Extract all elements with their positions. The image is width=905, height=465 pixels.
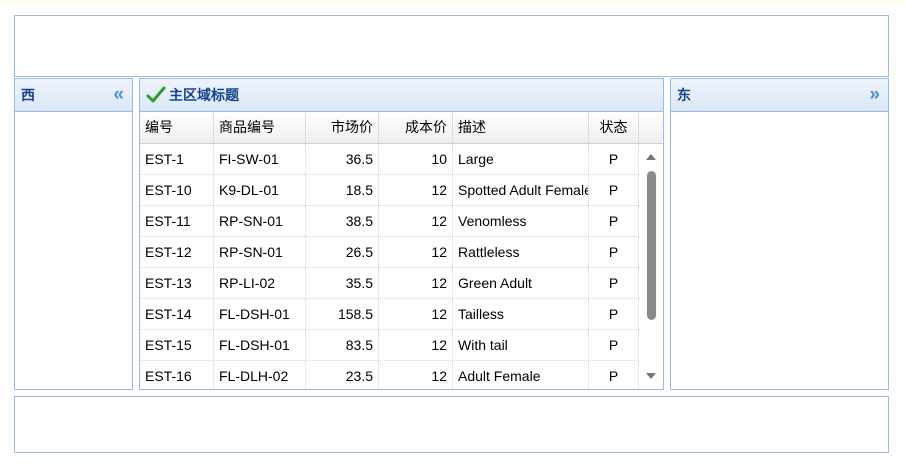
cell-list-price: 23.5 (306, 361, 379, 389)
cell-status: P (589, 330, 639, 360)
cell-description: Adult Female (453, 361, 589, 389)
scrollbar-thumb[interactable] (647, 171, 656, 320)
cell-status: P (589, 299, 639, 329)
cell-list-price: 158.5 (306, 299, 379, 329)
product-grid: 编号 商品编号 市场价 成本价 描述 状态 EST-1 FI-SW-01 36.5 1… (140, 112, 663, 389)
scroll-down-arrow-icon[interactable] (646, 373, 656, 379)
cell-status: P (589, 175, 639, 205)
cell-id: EST-15 (140, 330, 214, 360)
east-panel-header: 东 » (671, 79, 888, 112)
cell-unit-cost: 12 (379, 361, 453, 389)
cell-product-id: RP-SN-01 (214, 206, 306, 236)
table-row[interactable]: EST-16 FL-DLH-02 23.5 12 Adult Female P (140, 361, 639, 389)
table-row[interactable]: EST-10 K9-DL-01 18.5 12 Spotted Adult Female… (140, 175, 639, 206)
cell-list-price: 36.5 (306, 144, 379, 174)
west-panel: 西 « (14, 78, 133, 390)
cell-id: EST-10 (140, 175, 214, 205)
grid-body: EST-1 FI-SW-01 36.5 10 Large P EST-10 K9-DL-01 1… (140, 144, 639, 389)
cell-unit-cost: 12 (379, 206, 453, 236)
column-header-product-id[interactable]: 商品编号 (214, 112, 306, 143)
cell-product-id: FL-DSH-01 (214, 299, 306, 329)
cell-unit-cost: 12 (379, 268, 453, 298)
cell-status: P (589, 144, 639, 174)
top-strip (0, 0, 905, 4)
column-header-list-price[interactable]: 市场价 (306, 112, 379, 143)
cell-id: EST-14 (140, 299, 214, 329)
center-panel-header: 主区域标题 (140, 79, 663, 112)
cell-id: EST-11 (140, 206, 214, 236)
east-panel-title: 东 (677, 87, 691, 103)
cell-status: P (589, 237, 639, 267)
center-panel: 主区域标题 编号 商品编号 市场价 成本价 描述 状态 EST-1 FI-SW-0… (139, 78, 664, 390)
cell-description: With tail (453, 330, 589, 360)
cell-product-id: RP-LI-02 (214, 268, 306, 298)
cell-id: EST-16 (140, 361, 214, 389)
double-chevron-right-icon[interactable]: » (869, 85, 880, 104)
column-header-unit-cost[interactable]: 成本价 (379, 112, 453, 143)
cell-list-price: 83.5 (306, 330, 379, 360)
grid-header-row: 编号 商品编号 市场价 成本价 描述 状态 (140, 112, 663, 144)
south-region (14, 396, 889, 453)
table-row[interactable]: EST-14 FL-DSH-01 158.5 12 Tailless P (140, 299, 639, 330)
center-panel-title: 主区域标题 (169, 87, 239, 103)
column-header-description[interactable]: 描述 (453, 112, 589, 143)
cell-status: P (589, 206, 639, 236)
cell-unit-cost: 12 (379, 299, 453, 329)
table-row[interactable]: EST-12 RP-SN-01 26.5 12 Rattleless P (140, 237, 639, 268)
column-header-status[interactable]: 状态 (589, 112, 639, 143)
west-panel-title: 西 (21, 87, 35, 103)
table-row[interactable]: EST-11 RP-SN-01 38.5 12 Venomless P (140, 206, 639, 237)
cell-list-price: 35.5 (306, 268, 379, 298)
double-chevron-left-icon[interactable]: « (113, 85, 124, 104)
table-row[interactable]: EST-15 FL-DSH-01 83.5 12 With tail P (140, 330, 639, 361)
cell-unit-cost: 12 (379, 330, 453, 360)
cell-product-id: RP-SN-01 (214, 237, 306, 267)
table-row[interactable]: EST-13 RP-LI-02 35.5 12 Green Adult P (140, 268, 639, 299)
table-row[interactable]: EST-1 FI-SW-01 36.5 10 Large P (140, 144, 639, 175)
checkmark-icon (146, 86, 166, 103)
cell-description: Rattleless (453, 237, 589, 267)
cell-description: Large (453, 144, 589, 174)
cell-id: EST-13 (140, 268, 214, 298)
cell-description: Spotted Adult Female (453, 175, 589, 205)
cell-product-id: FL-DSH-01 (214, 330, 306, 360)
cell-id: EST-12 (140, 237, 214, 267)
grid-vertical-scrollbar[interactable] (639, 144, 663, 389)
cell-unit-cost: 10 (379, 144, 453, 174)
column-header-id[interactable]: 编号 (140, 112, 214, 143)
east-panel: 东 » (670, 78, 889, 390)
scroll-up-arrow-icon[interactable] (646, 154, 656, 160)
cell-list-price: 26.5 (306, 237, 379, 267)
cell-unit-cost: 12 (379, 175, 453, 205)
cell-description: Venomless (453, 206, 589, 236)
cell-status: P (589, 361, 639, 389)
cell-product-id: K9-DL-01 (214, 175, 306, 205)
cell-product-id: FL-DLH-02 (214, 361, 306, 389)
west-panel-header: 西 « (15, 79, 132, 112)
cell-id: EST-1 (140, 144, 214, 174)
north-region (14, 15, 889, 77)
cell-description: Green Adult (453, 268, 589, 298)
cell-list-price: 38.5 (306, 206, 379, 236)
cell-status: P (589, 268, 639, 298)
cell-description: Tailless (453, 299, 589, 329)
cell-product-id: FI-SW-01 (214, 144, 306, 174)
cell-unit-cost: 12 (379, 237, 453, 267)
cell-list-price: 18.5 (306, 175, 379, 205)
